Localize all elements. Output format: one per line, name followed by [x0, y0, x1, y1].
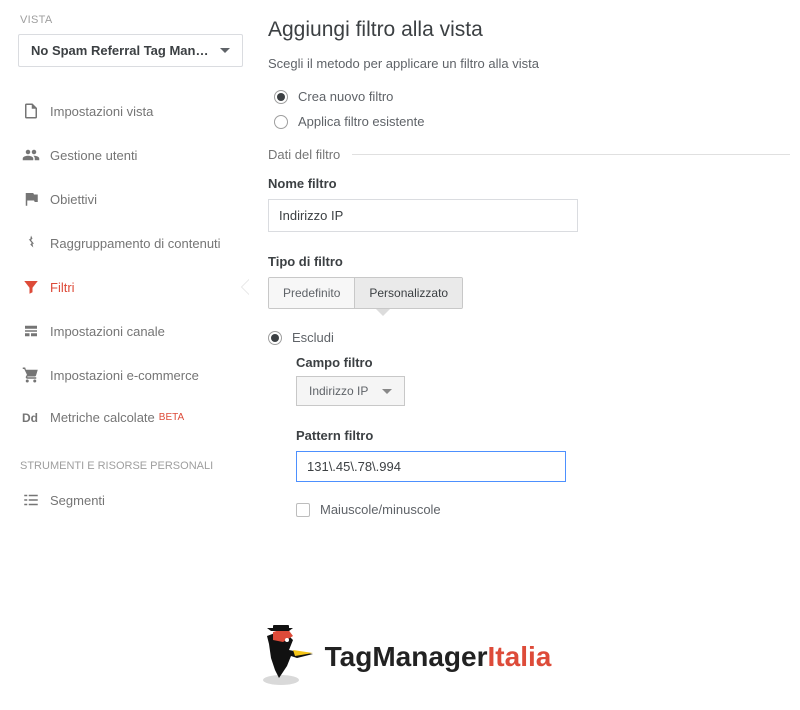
radio-icon: [274, 115, 288, 129]
filter-name-label: Nome filtro: [268, 176, 790, 191]
sidebar-item-label: Impostazioni vista: [50, 104, 153, 119]
sidebar-item-filters[interactable]: Filtri: [18, 265, 250, 309]
channel-icon: [22, 322, 50, 340]
radio-label: Applica filtro esistente: [298, 114, 424, 129]
cart-icon: [22, 366, 50, 384]
segmented-pointer-icon: [376, 309, 390, 316]
filter-icon: [22, 278, 50, 296]
legend-text: Dati del filtro: [268, 147, 340, 162]
filter-field-dropdown[interactable]: Indirizzo IP: [296, 376, 405, 406]
radio-icon: [274, 90, 288, 104]
view-selector-text: No Spam Referral Tag Mana…: [31, 43, 212, 58]
sidebar-item-ecommerce-settings[interactable]: Impostazioni e-commerce: [18, 353, 250, 397]
sidebar-item-label: Gestione utenti: [50, 148, 137, 163]
sidebar-item-segments[interactable]: Segmenti: [18, 478, 250, 522]
sidebar-item-label: Raggruppamento di contenuti: [50, 236, 221, 251]
radio-icon: [268, 331, 282, 345]
sidebar-item-view-settings[interactable]: Impostazioni vista: [18, 89, 250, 133]
flag-icon: [22, 190, 50, 208]
sidebar-item-channel-settings[interactable]: Impostazioni canale: [18, 309, 250, 353]
page-subtitle: Scegli il metodo per applicare un filtro…: [268, 56, 790, 71]
people-icon: [22, 146, 50, 164]
grouping-icon: [22, 234, 50, 252]
radio-label: Escludi: [292, 330, 334, 345]
footer-logo: TagManagerItalia: [0, 622, 800, 692]
sidebar-item-content-grouping[interactable]: Raggruppamento di contenuti: [18, 221, 250, 265]
view-selector[interactable]: No Spam Referral Tag Mana…: [18, 34, 243, 67]
case-sensitive-checkbox[interactable]: Maiuscole/minuscole: [296, 502, 790, 517]
woodpecker-logo-icon: [249, 622, 319, 692]
sidebar-item-label: Impostazioni e-commerce: [50, 368, 199, 383]
filter-field-label: Campo filtro: [296, 355, 790, 370]
pattern-filter-input[interactable]: [296, 451, 566, 482]
metrics-icon: Dd: [22, 411, 50, 425]
radio-label: Crea nuovo filtro: [298, 89, 393, 104]
sidebar-item-label: Impostazioni canale: [50, 324, 165, 339]
filter-type-predefined-button[interactable]: Predefinito: [269, 278, 354, 308]
sidebar-item-label: Filtri: [50, 280, 75, 295]
segments-icon: [22, 491, 50, 509]
radio-exclude[interactable]: Escludi: [268, 330, 790, 345]
main-content: Aggiungi filtro alla vista Scegli il met…: [250, 0, 800, 522]
sidebar: VISTA No Spam Referral Tag Mana… Imposta…: [0, 0, 250, 522]
pattern-filter-label: Pattern filtro: [296, 428, 790, 443]
filter-data-legend: Dati del filtro: [268, 147, 790, 162]
page-title: Aggiungi filtro alla vista: [268, 18, 790, 42]
filter-type-label: Tipo di filtro: [268, 254, 790, 269]
filter-type-segmented: Predefinito Personalizzato: [268, 277, 463, 309]
filter-name-input[interactable]: [268, 199, 578, 232]
radio-apply-existing-filter[interactable]: Applica filtro esistente: [274, 114, 790, 129]
sidebar-item-calculated-metrics[interactable]: Dd Metriche calcolate BETA: [18, 397, 250, 438]
filter-type-custom-button[interactable]: Personalizzato: [354, 278, 462, 308]
sidebar-item-goals[interactable]: Obiettivi: [18, 177, 250, 221]
caret-down-icon: [382, 389, 392, 394]
sidebar-item-label: Segmenti: [50, 493, 105, 508]
logo-text-accent: Italia: [488, 641, 552, 673]
sidebar-tools-label: STRUMENTI E RISORSE PERSONALI: [20, 460, 250, 472]
logo-text-main: TagManager: [325, 641, 488, 673]
sidebar-tools-nav: Segmenti: [18, 478, 250, 522]
checkbox-label: Maiuscole/minuscole: [320, 502, 441, 517]
sidebar-nav: Impostazioni vista Gestione utenti Obiet…: [18, 89, 250, 438]
beta-badge: BETA: [159, 412, 184, 423]
sidebar-item-label: Metriche calcolate: [50, 410, 155, 425]
document-icon: [22, 102, 50, 120]
sidebar-item-user-management[interactable]: Gestione utenti: [18, 133, 250, 177]
sidebar-item-label: Obiettivi: [50, 192, 97, 207]
caret-down-icon: [220, 48, 230, 53]
legend-divider: [352, 154, 790, 155]
radio-create-new-filter[interactable]: Crea nuovo filtro: [274, 89, 790, 104]
sidebar-section-label: VISTA: [20, 14, 250, 26]
dropdown-value: Indirizzo IP: [309, 384, 368, 398]
checkbox-icon: [296, 503, 310, 517]
